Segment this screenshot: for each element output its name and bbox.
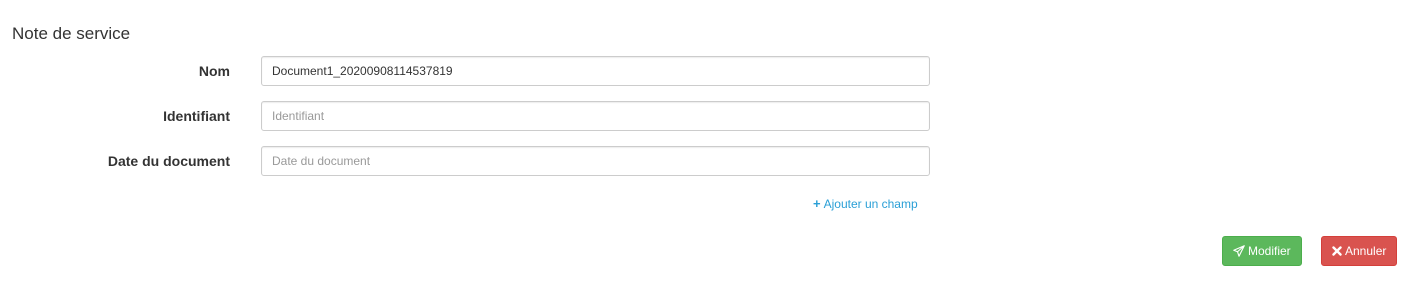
date-document-label: Date du document <box>107 153 230 169</box>
nom-input[interactable] <box>261 56 930 86</box>
annuler-button[interactable]: Annuler <box>1321 236 1397 266</box>
close-icon <box>1332 245 1342 257</box>
identifiant-input[interactable] <box>261 101 930 131</box>
form-title: Note de service <box>12 24 131 43</box>
identifiant-label: Identifiant <box>163 108 230 124</box>
nom-label: Nom <box>198 63 230 79</box>
modifier-label: Modifier <box>1248 244 1291 258</box>
page: Note de service Nom Identifiant Date du … <box>0 0 1422 296</box>
plus-icon: + <box>813 196 821 211</box>
modifier-button[interactable]: Modifier <box>1222 236 1302 266</box>
add-field-label: Ajouter un champ <box>823 197 918 211</box>
add-field-link[interactable]: + Ajouter un champ <box>813 196 918 212</box>
form-row-nom: Nom <box>0 56 1422 86</box>
form-row-identifiant: Identifiant <box>0 101 1422 131</box>
form-row-date-document: Date du document <box>0 146 1422 176</box>
annuler-label: Annuler <box>1345 244 1387 258</box>
date-document-input[interactable] <box>261 146 930 176</box>
paper-plane-icon <box>1233 245 1245 257</box>
